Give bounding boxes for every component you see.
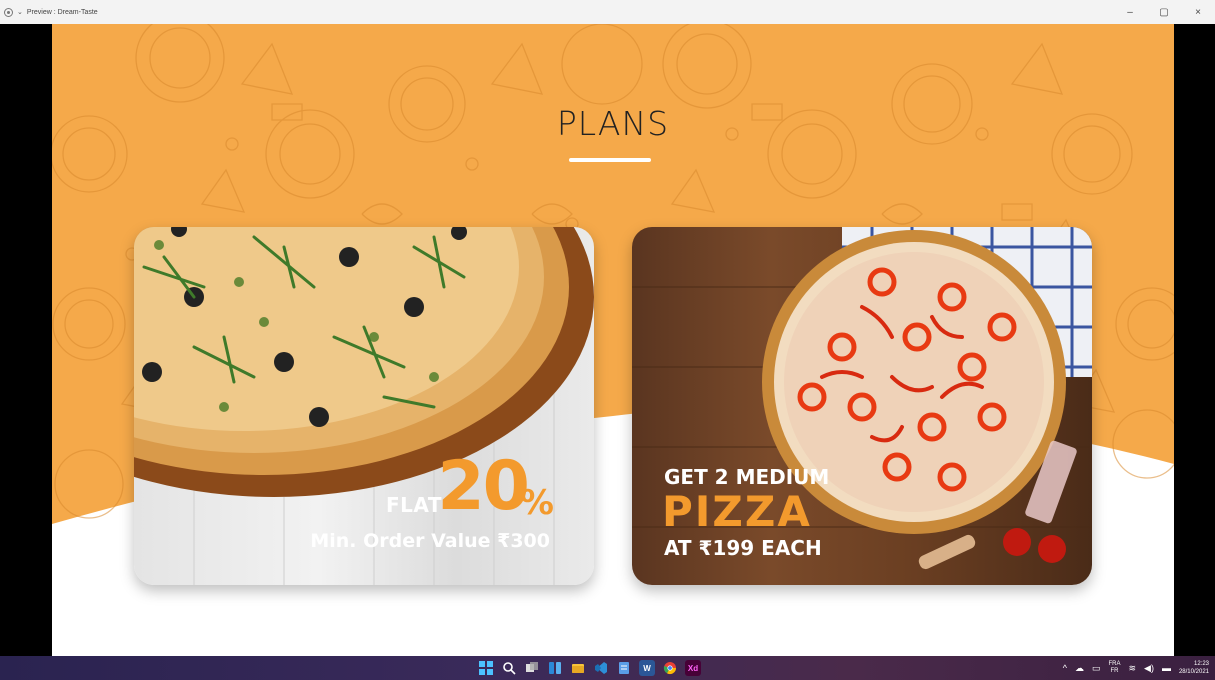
offer-line-3: AT ₹199 EACH xyxy=(664,536,822,560)
volume-icon[interactable]: ◀) xyxy=(1144,663,1154,674)
wifi-icon[interactable]: ≋ xyxy=(1129,663,1137,674)
minimize-button[interactable]: – xyxy=(1113,0,1147,24)
discount-percent: % xyxy=(519,483,554,523)
plan-card-medium-pizza[interactable]: GET 2 MEDIUM PIZZA AT ₹199 EACH xyxy=(632,227,1092,585)
file-explorer-icon[interactable] xyxy=(570,660,586,676)
windows-taskbar: W Xd ^ ☁ ▭ FRA FR ≋ ◀) ▬ 12:23 28/10/202… xyxy=(0,656,1215,680)
window-title: Preview : Dream-Taste xyxy=(26,8,98,16)
clock[interactable]: 12:23 28/10/2021 xyxy=(1179,660,1209,676)
discount-number: 20 xyxy=(437,447,530,526)
widgets-icon[interactable] xyxy=(547,660,563,676)
chrome-icon[interactable] xyxy=(662,660,678,676)
cloud-icon[interactable]: ☁ xyxy=(1075,663,1084,674)
heading-underline xyxy=(569,158,651,162)
plans-artboard: PLANS FLAT 20 % Min. Order Value ₹300 GE… xyxy=(52,24,1174,656)
chevron-up-icon[interactable]: ^ xyxy=(1063,663,1067,673)
plans-heading: PLANS xyxy=(556,104,670,143)
chevron-down-icon[interactable]: ⌄ xyxy=(17,8,23,16)
maximize-button[interactable]: ▢ xyxy=(1147,0,1181,24)
offer-line-2: PIZZA xyxy=(662,487,812,536)
min-order-text: Min. Order Value ₹300 xyxy=(310,530,550,552)
record-icon[interactable] xyxy=(4,7,13,17)
plan-card-discount[interactable]: FLAT 20 % Min. Order Value ₹300 xyxy=(134,227,594,585)
vscode-icon[interactable] xyxy=(593,660,609,676)
windows-start-icon[interactable] xyxy=(478,660,494,676)
close-button[interactable]: × xyxy=(1181,0,1215,24)
preview-stage: PLANS FLAT 20 % Min. Order Value ₹300 GE… xyxy=(0,24,1215,656)
word-icon[interactable]: W xyxy=(639,660,655,676)
task-view-icon[interactable] xyxy=(524,660,540,676)
system-tray: ^ ☁ ▭ FRA FR ≋ ◀) ▬ 12:23 28/10/2021 xyxy=(1063,656,1209,680)
battery-icon[interactable]: ▬ xyxy=(1162,663,1171,673)
window-titlebar: ⌄ Preview : Dream-Taste – ▢ × xyxy=(0,0,1215,24)
adobe-xd-icon[interactable]: Xd xyxy=(685,660,701,676)
language-indicator[interactable]: FRA FR xyxy=(1109,661,1121,675)
search-icon[interactable] xyxy=(501,660,517,676)
offer-line-1: GET 2 MEDIUM xyxy=(664,465,830,489)
notepad-icon[interactable] xyxy=(616,660,632,676)
flat-label: FLAT xyxy=(386,493,442,517)
keyboard-icon[interactable]: ▭ xyxy=(1092,663,1101,674)
